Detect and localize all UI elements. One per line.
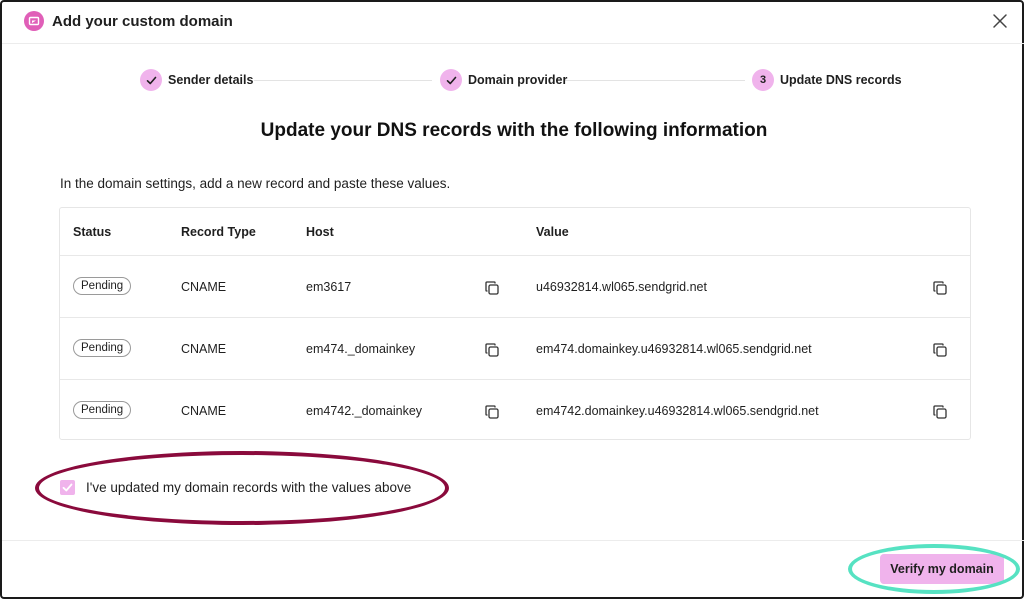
- copy-value-icon[interactable]: [932, 342, 948, 358]
- page-title: Update your DNS records with the followi…: [260, 120, 768, 141]
- copy-host-icon[interactable]: [484, 342, 500, 358]
- brand-logo-icon: [24, 11, 44, 31]
- table-row: Pending CNAME em3617 u46932814.wl065.sen…: [60, 256, 970, 318]
- column-header-host: Host: [306, 225, 334, 239]
- column-header-value: Value: [536, 225, 569, 239]
- record-host: em3617: [306, 280, 352, 294]
- copy-value-icon[interactable]: [932, 280, 948, 296]
- check-icon: [440, 69, 462, 91]
- record-host: em4742._domainkey: [306, 404, 423, 418]
- table-header-row: Status Record Type Host Value: [60, 208, 970, 256]
- record-value: em474.domainkey.u46932814.wl065.sendgrid…: [536, 342, 812, 356]
- instructions-text: In the domain settings, add a new record…: [60, 176, 451, 191]
- footer-divider: [2, 540, 1024, 541]
- close-icon[interactable]: [992, 13, 1008, 29]
- record-value: u46932814.wl065.sendgrid.net: [536, 280, 707, 294]
- progress-stepper: Sender details Domain provider 3 Update …: [2, 68, 1024, 94]
- step-label: Update DNS records: [780, 73, 902, 87]
- copy-value-icon[interactable]: [932, 404, 948, 420]
- table-row: Pending CNAME em4742._domainkey em4742.d…: [60, 380, 970, 440]
- status-badge: Pending: [73, 277, 132, 295]
- step-connector: [565, 80, 745, 81]
- step-connector: [254, 80, 432, 81]
- annotation-highlight-ellipse: [35, 451, 449, 525]
- step-number: 3: [752, 69, 774, 91]
- status-badge: Pending: [73, 339, 132, 357]
- check-icon: [140, 69, 162, 91]
- table-row: Pending CNAME em474._domainkey em474.dom…: [60, 318, 970, 380]
- step-sender-details[interactable]: Sender details: [140, 68, 253, 92]
- step-label: Domain provider: [468, 73, 568, 87]
- modal-header: Add your custom domain: [2, 2, 1024, 44]
- record-host: em474._domainkey: [306, 342, 416, 356]
- status-badge: Pending: [73, 401, 132, 419]
- record-value: em4742.domainkey.u46932814.wl065.sendgri…: [536, 404, 819, 418]
- annotation-highlight-ellipse: [848, 544, 1020, 594]
- record-type: CNAME: [181, 342, 227, 356]
- step-domain-provider[interactable]: Domain provider: [440, 68, 567, 92]
- column-header-record-type: Record Type: [181, 225, 256, 239]
- column-header-status: Status: [73, 225, 112, 239]
- copy-host-icon[interactable]: [484, 404, 500, 420]
- modal-title: Add your custom domain: [52, 13, 233, 30]
- record-type: CNAME: [181, 280, 227, 294]
- dns-records-table: Status Record Type Host Value Pending CN…: [59, 207, 971, 440]
- copy-host-icon[interactable]: [484, 280, 500, 296]
- step-label: Sender details: [168, 73, 254, 87]
- record-type: CNAME: [181, 404, 227, 418]
- step-update-dns[interactable]: 3 Update DNS records: [752, 68, 902, 92]
- modal-window: Add your custom domain Sender details Do…: [0, 0, 1024, 599]
